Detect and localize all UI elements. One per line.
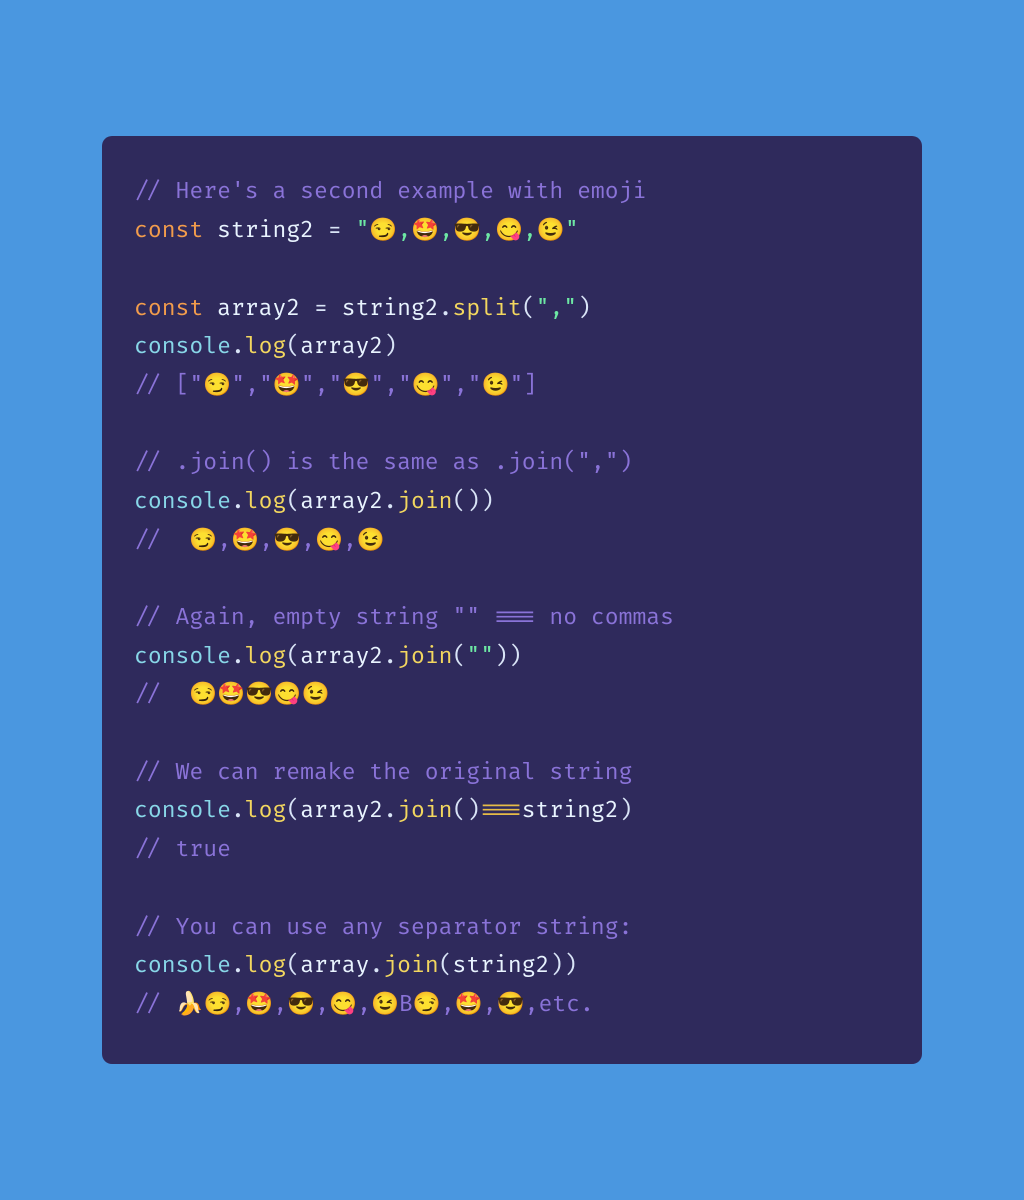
code-card: // Here's a second example with emoji co…: [102, 136, 922, 1063]
ref-array2: array2: [300, 642, 383, 670]
keyword-const: const: [134, 216, 203, 244]
dot: .: [231, 487, 245, 515]
ref-array2: array2: [300, 332, 383, 360]
paren-close: ): [549, 951, 563, 979]
dot: .: [383, 796, 397, 824]
ref-array: array: [300, 951, 369, 979]
comment: // 😏,🤩,😎,😋,😉: [134, 526, 385, 554]
fn-join: join: [397, 487, 452, 515]
string-literal: ",": [536, 294, 578, 322]
assign: =: [314, 216, 356, 244]
dot: .: [231, 796, 245, 824]
paren-close: ): [619, 796, 633, 824]
ref-string2: string2: [453, 951, 550, 979]
fn-log: log: [245, 332, 287, 360]
paren-close: ): [466, 487, 480, 515]
paren-close: ): [494, 642, 508, 670]
var-array2: array2: [217, 294, 300, 322]
fn-join: join: [383, 951, 438, 979]
fn-log: log: [245, 796, 287, 824]
fn-log: log: [245, 487, 287, 515]
console: console: [134, 951, 231, 979]
fn-split: split: [453, 294, 522, 322]
comment: // true: [134, 835, 231, 863]
console: console: [134, 642, 231, 670]
paren-open: (: [286, 796, 300, 824]
paren-open: (: [286, 332, 300, 360]
dot: .: [383, 487, 397, 515]
comment: // 🍌😏,🤩,😎,😋,😉B😏,🤩,😎,etc.: [134, 990, 594, 1018]
ref-array2: array2: [300, 487, 383, 515]
fn-log: log: [245, 642, 287, 670]
dot: .: [439, 294, 453, 322]
paren-close: ): [563, 951, 577, 979]
dot: .: [231, 951, 245, 979]
comment: // We can remake the original string: [134, 758, 632, 786]
dot: .: [231, 642, 245, 670]
ref-string2: string2: [342, 294, 439, 322]
comment: // You can use any separator string:: [134, 913, 632, 941]
console: console: [134, 487, 231, 515]
ref-array2: array2: [300, 796, 383, 824]
console: console: [134, 796, 231, 824]
paren-open: (: [286, 951, 300, 979]
string-literal: "😏,🤩,😎,😋,😉": [356, 216, 579, 244]
fn-join: join: [397, 642, 452, 670]
paren-open: (: [286, 642, 300, 670]
paren-open: (: [453, 642, 467, 670]
paren-close: ): [480, 487, 494, 515]
comment: // 😏🤩😎😋😉: [134, 680, 329, 708]
paren-open: (: [522, 294, 536, 322]
dot: .: [231, 332, 245, 360]
paren-open: (: [453, 796, 467, 824]
dot: .: [369, 951, 383, 979]
comment: // ["😏","🤩","😎","😋","😉"]: [134, 371, 537, 399]
paren-close: ): [466, 796, 480, 824]
string-literal: "": [466, 642, 494, 670]
assign: =: [300, 294, 342, 322]
paren-close: ): [577, 294, 591, 322]
ref-string2: string2: [522, 796, 619, 824]
operator-strict-eq: ===: [480, 796, 522, 824]
paren-open: (: [439, 951, 453, 979]
console: console: [134, 332, 231, 360]
dot: .: [383, 642, 397, 670]
paren-close: ): [508, 642, 522, 670]
paren-close: ): [383, 332, 397, 360]
code-block: // Here's a second example with emoji co…: [134, 172, 890, 1023]
paren-open: (: [286, 487, 300, 515]
fn-log: log: [245, 951, 287, 979]
paren-open: (: [453, 487, 467, 515]
var-string2: string2: [217, 216, 314, 244]
comment: // Here's a second example with emoji: [134, 177, 646, 205]
keyword-const: const: [134, 294, 203, 322]
fn-join: join: [397, 796, 452, 824]
comment: // .join() is the same as .join(","): [134, 448, 632, 476]
comment: // Again, empty string "" === no commas: [134, 603, 674, 631]
